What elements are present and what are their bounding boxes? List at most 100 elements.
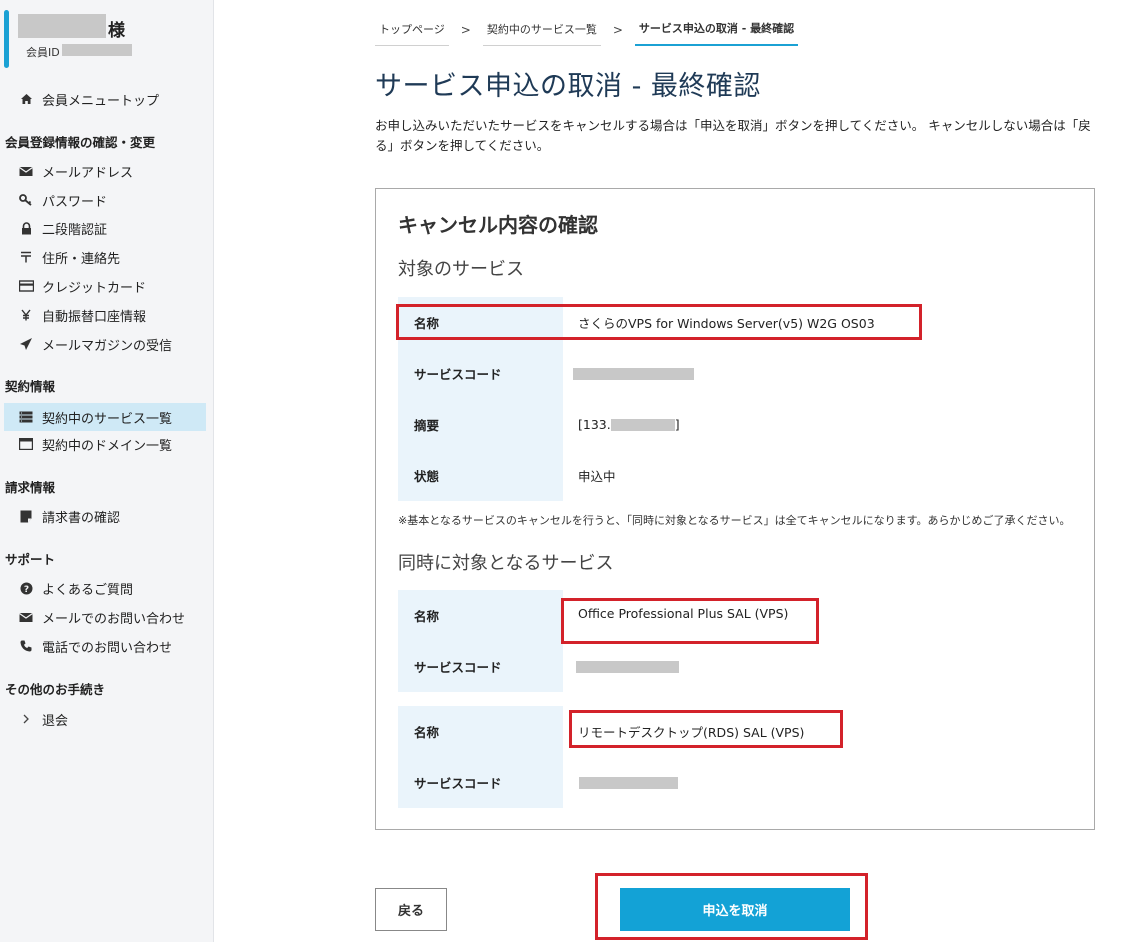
sidebar-heading-support: サポート (5, 552, 56, 567)
breadcrumb-service-list[interactable]: 契約中のサービス一覧 (482, 15, 601, 46)
sidebar-item-active-services[interactable]: 契約中のサービス一覧 (4, 403, 206, 431)
sidebar-item-label: 会員メニュートップ (42, 93, 160, 109)
home-icon (18, 91, 34, 107)
summary-value: [133.] (563, 399, 1078, 450)
sidebar-item-label: 契約中のサービス一覧 (42, 411, 173, 427)
sidebar-item-label: 自動振替口座情報 (42, 309, 147, 325)
sidebar-item-label: 二段階認証 (42, 222, 108, 238)
sidebar-item-email[interactable]: メールアドレス (4, 157, 206, 185)
sidebar: 様 会員ID 会員メニュートップ 会員登録情報の確認・変更 メールアドレス パス… (0, 0, 214, 942)
row-key: サービスコード (398, 348, 563, 399)
table-row: 名称 さくらのVPS for Windows Server(v5) W2G OS… (398, 297, 1078, 348)
postal-mark-icon (18, 249, 34, 265)
breadcrumb-separator: > (460, 23, 471, 37)
member-id-label: 会員ID (26, 46, 60, 59)
sidebar-item-phone-contact[interactable]: 電話でのお問い合わせ (4, 632, 206, 660)
paper-plane-icon (18, 336, 34, 352)
target-service-table: 名称 さくらのVPS for Windows Server(v5) W2G OS… (398, 297, 1078, 501)
envelope-icon (18, 609, 34, 625)
svg-text:?: ? (23, 585, 28, 595)
user-honorific: 様 (108, 21, 125, 41)
service-code-redacted (573, 367, 694, 380)
table-row: 名称 リモートデスクトップ(RDS) SAL (VPS) (398, 706, 1078, 757)
breadcrumb-top-page[interactable]: トップページ (375, 15, 449, 46)
yen-icon (18, 307, 34, 323)
window-icon (18, 436, 34, 452)
sidebar-item-faq[interactable]: ? よくあるご質問 (4, 574, 206, 602)
service-code-value (563, 348, 1078, 399)
row-key: サービスコード (398, 757, 563, 808)
sidebar-heading-contract: 契約情報 (5, 379, 56, 394)
back-button[interactable]: 戻る (375, 888, 447, 931)
user-box: 様 会員ID (4, 6, 209, 68)
sidebar-item-menu-top[interactable]: 会員メニュートップ (4, 85, 206, 113)
sidebar-heading-account: 会員登録情報の確認・変更 (5, 135, 156, 150)
intro-text: お申し込みいただいたサービスをキャンセルする場合は「申込を取消」ボタンを押してく… (375, 118, 1091, 153)
row-key: 摘要 (398, 399, 563, 450)
breadcrumb: トップページ > 契約中のサービス一覧 > サービス申込の取消 - 最終確認 (375, 14, 799, 46)
status-value: 申込中 (578, 469, 616, 484)
row-key: サービスコード (398, 641, 563, 692)
chevron-right-icon (18, 711, 34, 727)
sidebar-item-withdraw[interactable]: 退会 (4, 705, 206, 733)
summary-suffix: ] (674, 417, 680, 432)
user-accent-bar (4, 10, 9, 68)
table-row: サービスコード (398, 757, 1078, 808)
sidebar-item-invoices[interactable]: 請求書の確認 (4, 502, 206, 530)
sidebar-item-label: クレジットカード (42, 280, 147, 296)
credit-card-icon (18, 278, 34, 294)
summary-prefix: [133. (578, 417, 611, 432)
sidebar-item-label: パスワード (42, 194, 108, 210)
cancel-note: ※基本となるサービスのキャンセルを行うと、「同時に対象となるサービス」は全てキャ… (398, 514, 1071, 527)
target-section-title: 対象のサービス (398, 259, 524, 280)
table-row: 名称 Office Professional Plus SAL (VPS) (398, 590, 1078, 641)
envelope-icon (18, 163, 34, 179)
service-code-value (563, 641, 1078, 692)
table-row: 摘要 [133.] (398, 399, 1078, 450)
related-section-title: 同時に対象となるサービス (398, 553, 614, 574)
breadcrumb-separator: > (612, 23, 623, 37)
server-list-icon (18, 409, 34, 425)
sidebar-item-password[interactable]: パスワード (4, 186, 206, 214)
sidebar-item-two-factor[interactable]: 二段階認証 (4, 214, 206, 242)
service-code-value (563, 757, 1078, 808)
sidebar-item-label: 請求書の確認 (42, 510, 121, 526)
cancel-application-button[interactable]: 申込を取消 (620, 888, 850, 931)
sidebar-item-active-domains[interactable]: 契約中のドメイン一覧 (4, 430, 206, 458)
table-row: サービスコード (398, 348, 1078, 399)
sidebar-heading-billing: 請求情報 (5, 480, 56, 495)
breadcrumb-current: サービス申込の取消 - 最終確認 (634, 14, 799, 46)
sidebar-item-bank-transfer[interactable]: 自動振替口座情報 (4, 301, 206, 329)
cancel-confirmation-panel: キャンセル内容の確認 対象のサービス 名称 さくらのVPS for Window… (375, 188, 1095, 830)
sidebar-item-label: 契約中のドメイン一覧 (42, 438, 173, 454)
table-row: サービスコード (398, 641, 1078, 692)
ip-redacted (610, 418, 675, 431)
lock-icon (18, 220, 34, 236)
question-circle-icon: ? (18, 580, 34, 596)
user-name-redacted (18, 14, 106, 38)
member-id-redacted (62, 44, 132, 56)
key-icon (18, 192, 34, 208)
service-name-value: さくらのVPS for Windows Server(v5) W2G OS03 (578, 316, 875, 331)
sidebar-item-label: よくあるご質問 (42, 582, 134, 598)
sidebar-heading-other: その他のお手続き (5, 682, 106, 697)
row-key: 状態 (398, 450, 563, 501)
sidebar-item-label: メールでのお問い合わせ (42, 611, 186, 627)
sidebar-item-credit-card[interactable]: クレジットカード (4, 272, 206, 300)
sidebar-item-mail-magazine[interactable]: メールマガジンの受信 (4, 330, 206, 358)
sidebar-item-label: 電話でのお問い合わせ (42, 640, 173, 656)
row-key: 名称 (398, 590, 563, 641)
row-key: 名称 (398, 297, 563, 348)
related-service-table-1: 名称 Office Professional Plus SAL (VPS) サー… (398, 590, 1078, 692)
service-code-redacted (576, 660, 679, 673)
sidebar-item-address[interactable]: 住所・連絡先 (4, 243, 206, 271)
phone-icon (18, 638, 34, 654)
sidebar-item-label: メールマガジンの受信 (42, 338, 173, 354)
row-key: 名称 (398, 706, 563, 757)
panel-title: キャンセル内容の確認 (398, 213, 598, 237)
page-title: サービス申込の取消 - 最終確認 (375, 71, 761, 102)
related-service-table-2: 名称 リモートデスクトップ(RDS) SAL (VPS) サービスコード (398, 706, 1078, 808)
sidebar-item-mail-contact[interactable]: メールでのお問い合わせ (4, 603, 206, 631)
sidebar-item-label: 退会 (42, 713, 69, 729)
service-name-value: Office Professional Plus SAL (VPS) (578, 606, 789, 621)
